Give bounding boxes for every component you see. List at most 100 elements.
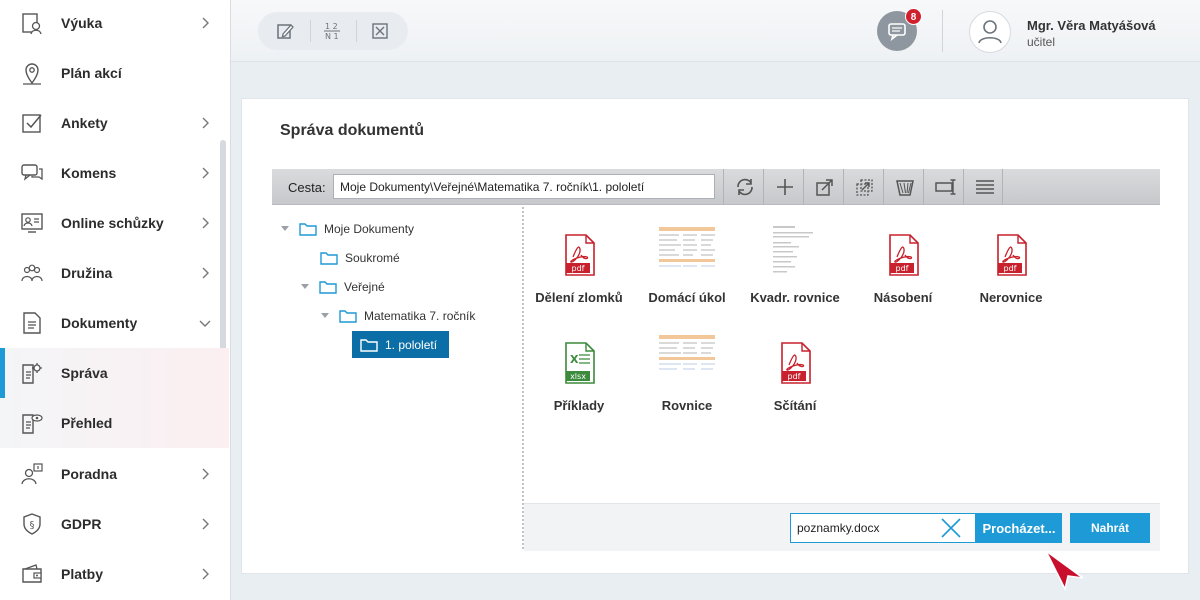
copy-move-icon xyxy=(856,179,873,196)
chevron-right-icon[interactable] xyxy=(197,516,213,532)
chevron-right-icon[interactable] xyxy=(197,115,213,131)
refresh-icon xyxy=(737,178,753,196)
upload-button[interactable]: Nahrát xyxy=(1070,513,1150,543)
file-item[interactable]: pdf Nerovnice xyxy=(956,217,1066,317)
fraction-grades-icon[interactable]: 1 2N 1 xyxy=(322,21,342,41)
add-icon xyxy=(777,179,793,195)
file-item[interactable]: Domácí úkol xyxy=(632,217,742,317)
spreadsheet-thumbnail-icon xyxy=(657,331,717,387)
expand-arrow-icon xyxy=(281,226,289,231)
tool-separator xyxy=(310,20,311,42)
pdf-file-icon: pdf xyxy=(889,234,919,276)
svg-text:xlsx: xlsx xyxy=(570,372,586,381)
sidebar-item-sprava[interactable]: Správa xyxy=(0,348,229,398)
sidebar-item-dokumenty[interactable]: Dokumenty xyxy=(0,298,229,348)
svg-text:pdf: pdf xyxy=(1004,264,1017,273)
sidebar-item-label: Družina xyxy=(61,265,113,281)
messages-badge: 8 xyxy=(905,8,922,25)
sidebar-item-poradna[interactable]: Poradna xyxy=(0,449,229,499)
refresh-button[interactable] xyxy=(723,169,763,205)
pdf-file-icon: pdf xyxy=(781,342,811,384)
sidebar-item-label: Ankety xyxy=(61,115,108,131)
rename-button[interactable] xyxy=(923,169,963,205)
expand-arrow-icon xyxy=(301,284,309,289)
clear-icon[interactable] xyxy=(940,517,962,539)
list-view-button[interactable] xyxy=(963,169,1003,205)
checkbox-icon xyxy=(22,114,42,133)
sidebar-item-online-schuzky[interactable]: Online schůzky xyxy=(0,198,229,248)
sidebar-item-label: Komens xyxy=(61,165,117,181)
file-name: Rovnice xyxy=(661,398,713,413)
file-item[interactable]: Kvadr. rovnice xyxy=(740,217,850,317)
tree-node[interactable]: Veřejné xyxy=(300,275,385,299)
expand-arrow-icon xyxy=(321,313,329,318)
close-box-icon[interactable] xyxy=(370,21,390,41)
tree-node-selected[interactable]: 1. pololetí xyxy=(352,331,450,358)
chevron-right-icon[interactable] xyxy=(197,265,213,281)
upload-bar: poznamky.docx Procházet... Nahrát xyxy=(524,503,1160,551)
add-button[interactable] xyxy=(763,169,803,205)
avatar[interactable] xyxy=(969,11,1011,53)
sidebar-item-platby[interactable]: Platby xyxy=(0,549,229,599)
tree-node[interactable]: Soukromé xyxy=(320,246,400,270)
file-grid: pdf Dělení zlomků Domácí úkol Kvadr. rov… xyxy=(524,207,1160,503)
sidebar-item-label: GDPR xyxy=(61,516,102,532)
sidebar-item-plan-akci[interactable]: Plán akcí xyxy=(0,48,229,98)
folder-icon xyxy=(320,252,338,265)
chevron-right-icon[interactable] xyxy=(197,566,213,582)
sidebar-item-ankety[interactable]: Ankety xyxy=(0,98,229,148)
file-name: Sčítání xyxy=(773,398,817,413)
tree-node[interactable]: Moje Dokumenty xyxy=(280,217,414,241)
file-name: Příklady xyxy=(553,398,605,413)
sidebar-item-druzina[interactable]: Družina xyxy=(0,248,229,298)
sidebar-item-label: Správa xyxy=(61,365,108,381)
tree-node[interactable]: Matematika 7. ročník xyxy=(320,304,475,328)
svg-text:pdf: pdf xyxy=(896,264,909,273)
user-icon xyxy=(978,20,1002,44)
group-people-icon xyxy=(21,264,43,282)
pdf-file-icon: pdf xyxy=(565,234,595,276)
chevron-down-icon[interactable] xyxy=(197,315,213,331)
sidebar-item-vyuka[interactable]: Výuka xyxy=(0,0,229,48)
folder-icon xyxy=(299,223,317,236)
document-icon xyxy=(23,312,41,334)
file-item[interactable]: Xxlsx Příklady xyxy=(524,325,634,425)
file-item[interactable]: pdf Dělení zlomků xyxy=(524,217,634,317)
folder-icon xyxy=(360,338,378,352)
file-item[interactable]: Rovnice xyxy=(632,325,742,425)
sidebar-item-komens[interactable]: Komens xyxy=(0,148,229,198)
wallet-icon xyxy=(22,564,42,583)
document-thumbnail-icon xyxy=(771,223,819,279)
sidebar-item-label: Platby xyxy=(61,566,104,582)
document-eye-icon xyxy=(22,414,43,434)
mouse-pointer-icon xyxy=(1045,550,1084,592)
path-input[interactable]: Moje Dokumenty\Veřejné\Matematika 7. roč… xyxy=(333,174,715,199)
svg-text:pdf: pdf xyxy=(572,264,585,273)
shield-paragraph-icon: § xyxy=(23,513,41,535)
pdf-file-icon: pdf xyxy=(997,234,1027,276)
file-item[interactable]: pdf Sčítání xyxy=(740,325,850,425)
xlsx-file-icon: Xxlsx xyxy=(565,342,595,384)
chevron-right-icon[interactable] xyxy=(197,165,213,181)
svg-text:§: § xyxy=(30,520,35,531)
document-manager-card: Správa dokumentů Cesta: Moje Dokumenty\V… xyxy=(241,98,1189,574)
chevron-right-icon[interactable] xyxy=(197,215,213,231)
chevron-right-icon[interactable] xyxy=(197,466,213,482)
file-item[interactable]: pdf Násobení xyxy=(848,217,958,317)
user-name[interactable]: Mgr. Věra Matyášová xyxy=(1027,18,1156,33)
quick-tools: 1 2N 1 xyxy=(258,12,408,50)
chevron-right-icon[interactable] xyxy=(197,15,213,31)
sidebar-item-gdpr[interactable]: § GDPR xyxy=(0,499,229,549)
sidebar-item-label: Online schůzky xyxy=(61,215,164,231)
copy-move-button[interactable] xyxy=(843,169,883,205)
sidebar-item-prehled[interactable]: Přehled xyxy=(0,398,229,448)
edit-note-icon[interactable] xyxy=(275,21,295,41)
sidebar-item-label: Přehled xyxy=(61,415,113,431)
path-toolbar: Cesta: Moje Dokumenty\Veřejné\Matematika… xyxy=(272,169,1160,205)
file-name: Domácí úkol xyxy=(648,290,726,305)
delete-button[interactable] xyxy=(883,169,923,205)
list-view-icon xyxy=(976,180,994,194)
export-button[interactable] xyxy=(803,169,843,205)
folder-tree: Moje Dokumenty Soukromé Veřejné Matemati… xyxy=(272,207,522,551)
browse-button[interactable]: Procházet... xyxy=(976,513,1062,543)
